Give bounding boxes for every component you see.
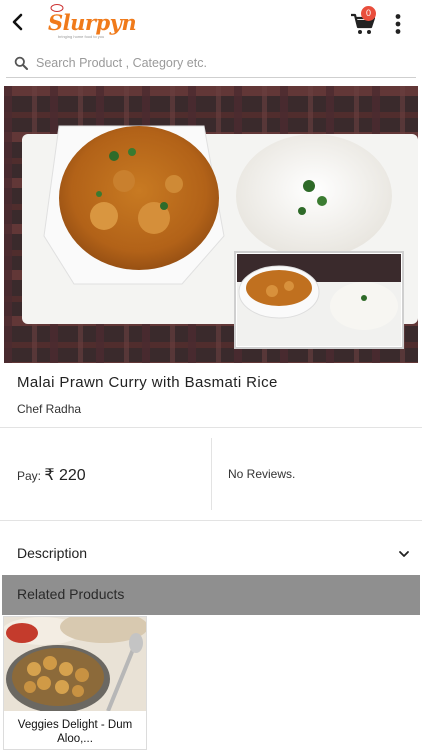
brand-tagline: bringing home food to you xyxy=(58,34,105,39)
chevron-down-icon xyxy=(399,551,409,557)
price-block: Pay: ₹ 220 xyxy=(17,465,86,485)
chef-name[interactable]: Chef Radha xyxy=(17,402,81,416)
divider xyxy=(0,520,422,521)
related-product-image xyxy=(4,617,146,711)
product-image xyxy=(4,86,418,363)
cart-count-badge: 0 xyxy=(361,6,376,21)
product-title: Malai Prawn Curry with Basmati Rice xyxy=(17,374,278,391)
search-icon xyxy=(14,56,28,70)
related-products-header: Related Products xyxy=(2,575,420,615)
more-vertical-icon[interactable] xyxy=(392,13,404,35)
back-arrow-icon[interactable] xyxy=(6,10,30,34)
reviews-text: No Reviews. xyxy=(228,467,296,481)
brand-logo[interactable]: Slurpyn bringing home food to you xyxy=(48,4,137,40)
search-input[interactable] xyxy=(36,52,406,74)
price-value: ₹ 220 xyxy=(44,467,86,484)
search-bar xyxy=(6,48,416,78)
brand-name: Slurpyn xyxy=(48,10,137,35)
related-product-title: Veggies Delight - Dum Aloo,... xyxy=(17,719,133,745)
divider xyxy=(0,427,422,428)
related-products-label: Related Products xyxy=(17,586,125,602)
description-label: Description xyxy=(17,545,88,561)
related-product-card[interactable]: Veggies Delight - Dum Aloo,... xyxy=(3,616,147,750)
description-accordion[interactable]: Description xyxy=(0,534,422,574)
pay-label: Pay: xyxy=(17,469,42,483)
vertical-divider xyxy=(211,438,212,510)
top-bar: Slurpyn bringing home food to you 0 xyxy=(0,0,422,48)
